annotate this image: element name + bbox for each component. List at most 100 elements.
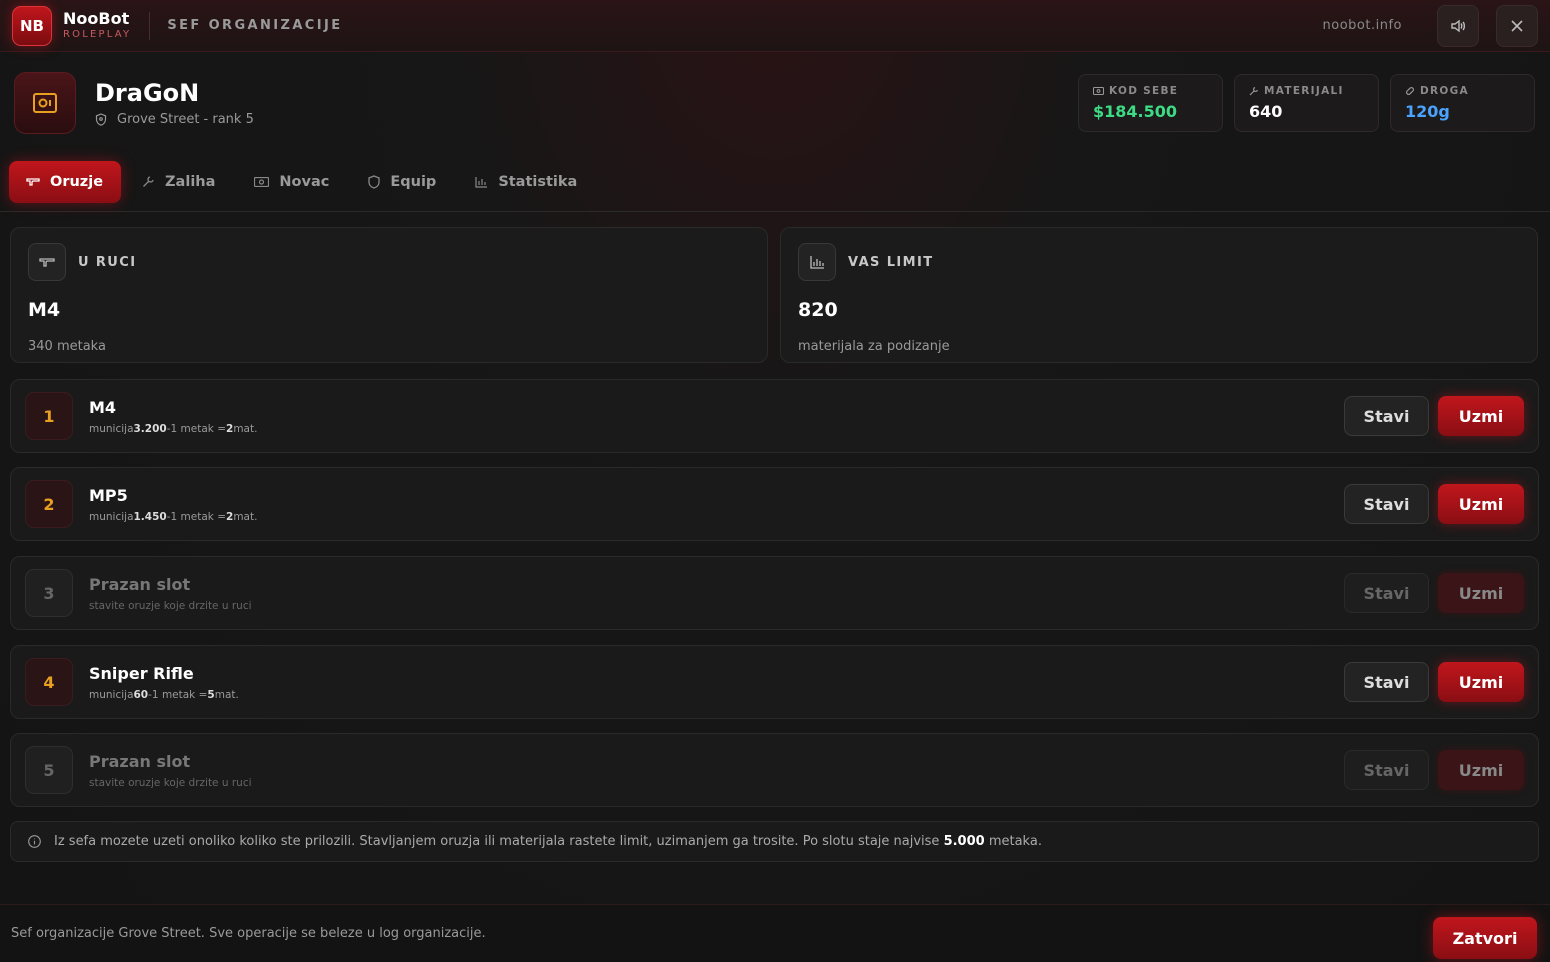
weapon-slot-1: 1 M4 municija 3.200 - 1 metak = 2 mat. S…	[10, 379, 1539, 453]
shield-icon	[368, 174, 380, 189]
limit-value: 820	[798, 299, 838, 321]
slot-actions: Stavi Uzmi	[1344, 396, 1524, 436]
slot-number: 3	[25, 569, 73, 617]
profile: DraGoN Grove Street - rank 5	[14, 72, 254, 134]
stat-cash: KOD SEBE $184.500	[1078, 74, 1223, 132]
stat-cash-label: KOD SEBE	[1093, 85, 1208, 97]
profile-text: DraGoN Grove Street - rank 5	[95, 79, 254, 127]
stat-label-text: DROGA	[1420, 85, 1469, 97]
safe-icon	[14, 72, 76, 134]
close-icon	[1511, 19, 1523, 32]
info-text-after: metaka.	[984, 834, 1042, 849]
stavi-button[interactable]: Stavi	[1344, 662, 1429, 702]
shield-icon	[95, 113, 107, 126]
ammo-count: 1.450	[133, 510, 167, 523]
logo: NB	[12, 5, 52, 46]
cash-icon	[254, 176, 270, 187]
stavi-button[interactable]: Stavi	[1344, 573, 1429, 613]
close-window-button[interactable]	[1496, 4, 1538, 47]
stat-materials-value: 640	[1249, 102, 1283, 121]
slot-actions: Stavi Uzmi	[1344, 573, 1524, 613]
close-button[interactable]: Zatvori	[1433, 917, 1537, 959]
slot-info: Prazan slot stavite oruzje koje drzite u…	[89, 575, 252, 612]
site-link[interactable]: noobot.info	[1323, 18, 1402, 33]
rate-label: 1 metak =	[151, 688, 208, 701]
tab-label: Oruzje	[50, 173, 104, 190]
slot-number: 5	[25, 746, 73, 794]
slot-number: 2	[25, 480, 73, 528]
tab-bar: Oruzje Zaliha Novac Equip Statistika	[0, 152, 1550, 212]
brand: NooBot ROLEPLAY	[63, 11, 131, 40]
slot-empty-title: Prazan slot	[89, 574, 191, 594]
tab-novac[interactable]: Novac	[237, 161, 347, 203]
limit-card: VAS LIMIT 820 materijala za podizanje	[780, 227, 1538, 363]
slot-actions: Stavi Uzmi	[1344, 484, 1524, 524]
slot-weapon-name: Sniper Rifle	[89, 663, 194, 683]
info-text-before: Iz sefa mozete uzeti onoliko koliko ste …	[54, 834, 944, 849]
ammo-count: 60	[133, 688, 149, 701]
slot-number: 1	[25, 392, 73, 440]
rate-value: 2	[226, 510, 234, 523]
weapon-slot-4: 4 Sniper Rifle municija 60 - 1 metak = 5…	[10, 645, 1539, 719]
rate-value: 2	[226, 422, 234, 435]
info-text: Iz sefa mozete uzeti onoliko koliko ste …	[54, 834, 1042, 849]
tab-label: Equip	[390, 173, 437, 190]
stat-materials: MATERIJALI 640	[1234, 74, 1379, 132]
page-title: SEF ORGANIZACIJE	[167, 18, 343, 33]
rate-unit: mat.	[214, 688, 239, 701]
rate-unit: mat.	[233, 510, 258, 523]
uzmi-button[interactable]: Uzmi	[1438, 662, 1524, 702]
top-bar: NB NooBot ROLEPLAY SEF ORGANIZACIJE noob…	[0, 0, 1550, 52]
tab-zaliha[interactable]: Zaliha	[125, 161, 233, 203]
uzmi-button[interactable]: Uzmi	[1438, 396, 1524, 436]
tab-label: Novac	[279, 173, 330, 190]
slot-weapon-name: M4	[89, 397, 117, 417]
slot-info: Sniper Rifle municija 60 - 1 metak = 5 m…	[89, 664, 239, 701]
stat-label-text: MATERIJALI	[1264, 85, 1344, 97]
slot-info: M4 municija 3.200 - 1 metak = 2 mat.	[89, 398, 257, 435]
weapon-slot-5: 5 Prazan slot stavite oruzje koje drzite…	[10, 733, 1539, 807]
info-notice: Iz sefa mozete uzeti onoliko koliko ste …	[10, 821, 1539, 862]
slot-info: Prazan slot stavite oruzje koje drzite u…	[89, 752, 252, 789]
slot-hint: stavite oruzje koje drzite u ruci	[89, 599, 252, 612]
bar-chart-icon	[475, 176, 488, 188]
player-org: Grove Street - rank 5	[95, 112, 254, 127]
sound-button[interactable]	[1437, 4, 1479, 47]
ammo-label: municija	[89, 688, 134, 701]
slot-hint: stavite oruzje koje drzite u ruci	[89, 776, 252, 789]
slot-actions: Stavi Uzmi	[1344, 662, 1524, 702]
uzmi-button[interactable]: Uzmi	[1438, 573, 1524, 613]
stavi-button[interactable]: Stavi	[1344, 396, 1429, 436]
divider	[149, 11, 151, 40]
pill-icon	[1405, 86, 1415, 96]
in-hand-card: U RUCI M4 340 metaka	[10, 227, 768, 363]
stat-materials-label: MATERIJALI	[1249, 85, 1364, 97]
slot-number: 4	[25, 658, 73, 706]
tab-label: Zaliha	[165, 173, 216, 190]
stats: KOD SEBE $184.500 MATERIJALI 640 DROGA 1…	[1067, 74, 1535, 132]
player-name: DraGoN	[95, 79, 200, 107]
info-icon	[28, 835, 41, 848]
footer: Sef organizacije Grove Street. Sve opera…	[0, 904, 1550, 962]
in-hand-ammo: 340 metaka	[28, 339, 106, 354]
tab-equip[interactable]: Equip	[351, 161, 454, 203]
gun-icon	[28, 243, 66, 281]
rate-value: 5	[207, 688, 215, 701]
tab-oruzje[interactable]: Oruzje	[9, 160, 122, 203]
uzmi-button[interactable]: Uzmi	[1438, 750, 1524, 790]
top-right: noobot.info	[1323, 4, 1538, 47]
stat-drugs: DROGA 120g	[1390, 74, 1535, 132]
footer-text: Sef organizacije Grove Street. Sve opera…	[11, 926, 486, 941]
weapon-slot-2: 2 MP5 municija 1.450 - 1 metak = 2 mat. …	[10, 467, 1539, 541]
tab-statistika[interactable]: Statistika	[458, 161, 595, 203]
slot-actions: Stavi Uzmi	[1344, 750, 1524, 790]
uzmi-button[interactable]: Uzmi	[1438, 484, 1524, 524]
stavi-button[interactable]: Stavi	[1344, 750, 1429, 790]
stat-drugs-label: DROGA	[1405, 85, 1520, 97]
limit-head: VAS LIMIT	[798, 243, 1520, 281]
stavi-button[interactable]: Stavi	[1344, 484, 1429, 524]
brand-sub: ROLEPLAY	[63, 29, 132, 40]
stat-drugs-value: 120g	[1405, 102, 1450, 121]
player-org-label: Grove Street - rank 5	[117, 112, 254, 127]
in-hand-head: U RUCI	[28, 243, 750, 281]
